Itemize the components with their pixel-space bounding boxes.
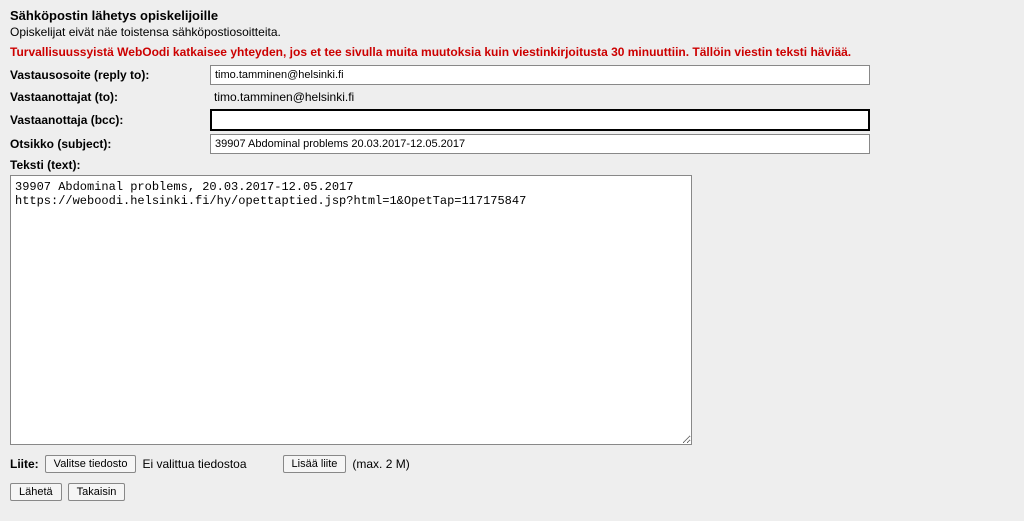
- page-subtitle: Opiskelijat eivät näe toistensa sähköpos…: [10, 25, 1014, 39]
- label-attachment: Liite:: [10, 457, 39, 471]
- label-subject: Otsikko (subject):: [10, 135, 210, 153]
- value-to: timo.tamminen@helsinki.fi: [210, 88, 358, 106]
- label-reply-to: Vastausosoite (reply to):: [10, 66, 210, 84]
- send-button[interactable]: Lähetä: [10, 483, 62, 501]
- max-size-text: (max. 2 M): [352, 457, 409, 471]
- input-bcc[interactable]: [210, 109, 870, 131]
- label-bcc: Vastaanottaja (bcc):: [10, 111, 210, 129]
- row-reply-to: Vastausosoite (reply to):: [10, 65, 1014, 85]
- input-subject[interactable]: [210, 134, 870, 154]
- row-actions: Lähetä Takaisin: [10, 483, 1014, 501]
- security-warning: Turvallisuussyistä WebOodi katkaisee yht…: [10, 45, 1014, 59]
- textarea-body[interactable]: [10, 175, 692, 445]
- label-to: Vastaanottajat (to):: [10, 88, 210, 106]
- no-file-text: Ei valittua tiedostoa: [142, 457, 246, 471]
- add-attachment-button[interactable]: Lisää liite: [283, 455, 347, 473]
- back-button[interactable]: Takaisin: [68, 483, 126, 501]
- choose-file-button[interactable]: Valitse tiedosto: [45, 455, 137, 473]
- input-reply-to[interactable]: [210, 65, 870, 85]
- row-subject: Otsikko (subject):: [10, 134, 1014, 154]
- page-title: Sähköpostin lähetys opiskelijoille: [10, 8, 1014, 23]
- row-to: Vastaanottajat (to): timo.tamminen@helsi…: [10, 88, 1014, 106]
- row-bcc: Vastaanottaja (bcc):: [10, 109, 1014, 131]
- row-attachment: Liite: Valitse tiedosto Ei valittua tied…: [10, 455, 1014, 473]
- label-text: Teksti (text):: [10, 158, 1014, 172]
